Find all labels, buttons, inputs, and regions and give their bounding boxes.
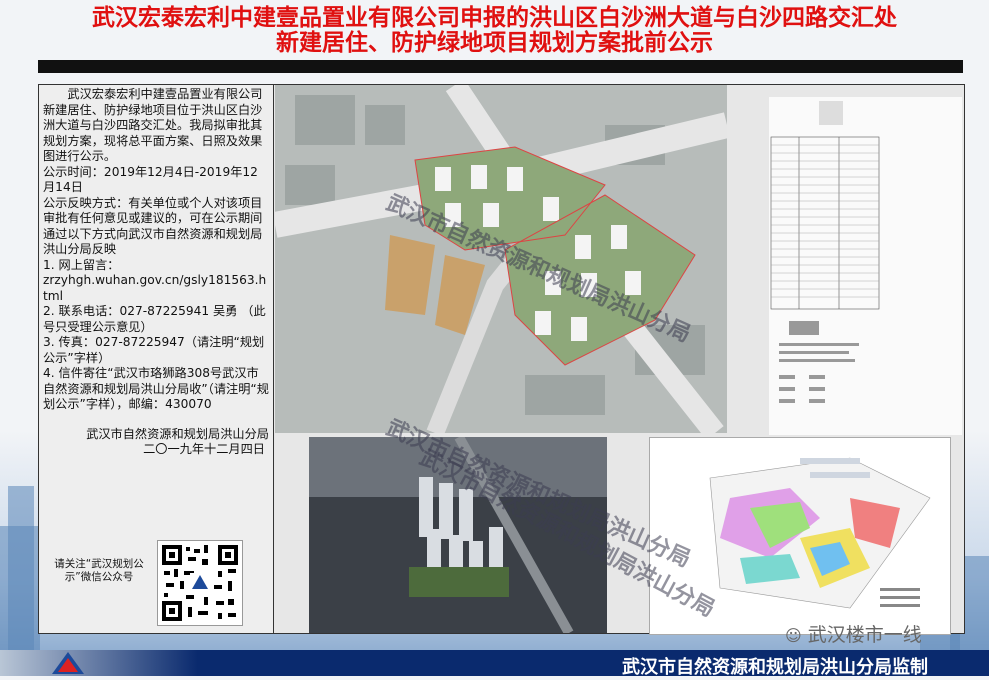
notice-intro: 武汉宏泰宏利中建壹品置业有限公司新建居住、防护绿地项目位于洪山区白沙洲大道与白沙… bbox=[43, 87, 263, 163]
title-line-2: 新建居住、防护绿地项目规划方案批前公示 bbox=[276, 30, 713, 56]
notice-feedback: 公示反映方式：有关单位或个人对该项目审批有任何意见或建议的，可在公示期间通过以下… bbox=[43, 195, 263, 257]
notice-board: 武汉宏泰宏利中建壹品置业有限公司新建居住、防护绿地项目位于洪山区白沙洲大道与白沙… bbox=[38, 84, 965, 635]
notice-date: 二〇一九年十二月四日 bbox=[143, 442, 265, 456]
notice-item-online: 1. 网上留言： bbox=[43, 257, 120, 272]
notice-agency: 武汉市自然资源和规划局洪山分局 bbox=[86, 426, 269, 441]
notice-item-fax: 3. 传真：027-87225947（请注明“规划公示”字样） bbox=[43, 335, 265, 365]
notice-item-mail: 4. 信件寄往“武汉市珞狮路308号武汉市自然资源和规划局洪山分局收”（请注明“… bbox=[43, 366, 269, 411]
notice-column: 武汉宏泰宏利中建壹品置业有限公司新建居住、防护绿地项目位于洪山区白沙洲大道与白沙… bbox=[39, 85, 274, 633]
top-divider bbox=[38, 60, 963, 73]
bureau-logo-icon bbox=[48, 650, 88, 676]
technical-indicators-table bbox=[769, 97, 962, 435]
qr-code[interactable] bbox=[157, 540, 243, 626]
title-line-1: 武汉宏泰宏利中建壹品置业有限公司申报的洪山区白沙洲大道与白沙四路交汇处 bbox=[92, 5, 897, 31]
notice-item-phone: 2. 联系电话：027-87225941 吴勇 （此号只受理公示意见） bbox=[43, 304, 266, 334]
notice-url[interactable]: zrzyhgh.wuhan.gov.cn/gsly181563.html bbox=[43, 273, 269, 304]
qr-caption: 请关注“武汉规划公示”微信公众号 bbox=[54, 558, 144, 583]
wechat-icon: ☺ bbox=[785, 626, 802, 645]
page-title: 武汉宏泰宏利中建壹品置业有限公司申报的洪山区白沙洲大道与白沙四路交汇处 新建居住… bbox=[0, 6, 989, 56]
footer-text: 武汉市自然资源和规划局洪山分局监制 bbox=[622, 657, 928, 678]
wechat-account: ☺ 武汉楼市一线 bbox=[785, 620, 922, 647]
notice-text: 武汉宏泰宏利中建壹品置业有限公司新建居住、防护绿地项目位于洪山区白沙洲大道与白沙… bbox=[43, 87, 269, 458]
wechat-account-name: 武汉楼市一线 bbox=[807, 624, 922, 646]
notice-period: 公示时间：2019年12月4日-2019年12月14日 bbox=[43, 164, 258, 195]
qr-code-icon bbox=[158, 541, 242, 625]
